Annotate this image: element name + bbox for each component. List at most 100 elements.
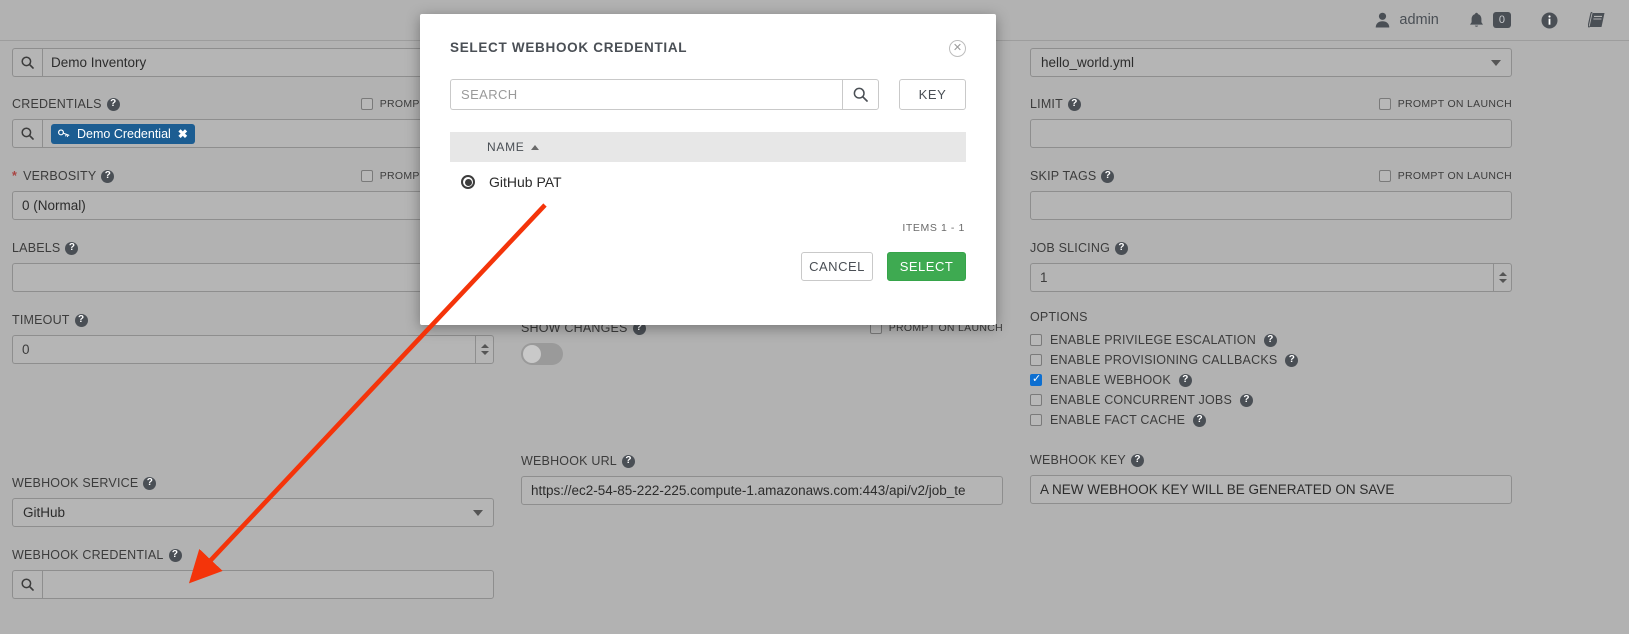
limit-input[interactable] [1030,119,1512,148]
webhook-service-select[interactable]: GitHub [12,498,494,527]
timeout-stepper[interactable]: 0 [12,335,494,364]
credentials-label: CREDENTIALS ? [12,97,120,111]
webhook-service-field: WEBHOOK SERVICE ? GitHub [12,472,494,527]
job-slicing-arrows[interactable] [1493,263,1512,292]
webhook-service-label: WEBHOOK SERVICE ? [12,476,156,490]
playbook-value: hello_world.yml [1041,55,1134,70]
select-button[interactable]: SELECT [887,252,966,281]
playbook-select[interactable]: hello_world.yml [1030,48,1512,77]
select-webhook-credential-modal: SELECT WEBHOOK CREDENTIAL ✕ KEY NAME Git… [420,14,996,325]
webhook-key-label: WEBHOOK KEY ? [1030,453,1144,467]
bell-icon [1469,12,1484,29]
book-icon [1588,12,1607,29]
checkbox[interactable] [1030,374,1042,386]
timeout-value[interactable]: 0 [12,335,475,364]
chevron-up-icon[interactable] [481,344,489,348]
webhook-credential-field: WEBHOOK CREDENTIAL ? [12,544,494,599]
skip-tags-field: SKIP TAGS ? PROMPT ON LAUNCH [1030,165,1512,220]
help-icon[interactable]: ? [622,455,635,468]
remove-credential-icon[interactable]: ✖ [178,127,188,141]
checkbox[interactable] [1030,354,1042,366]
help-icon[interactable]: ? [1115,242,1128,255]
sort-ascending-icon[interactable] [531,145,539,150]
notifications[interactable]: 0 [1469,12,1511,29]
option-fact-cache[interactable]: ENABLE FACT CACHE ? [1030,410,1512,430]
job-slicing-value[interactable]: 1 [1030,263,1493,292]
webhook-credential-value[interactable] [42,570,494,599]
options-group: OPTIONS ENABLE PRIVILEGE ESCALATION ? EN… [1030,310,1512,430]
right-column: hello_world.yml LIMIT ? PROMPT ON LAUNCH [1030,48,1512,504]
labels-label: LABELS ? [12,241,78,255]
user-menu[interactable]: admin [1375,12,1439,28]
timeout-arrows[interactable] [475,335,494,364]
checkbox[interactable] [361,98,373,110]
help-icon[interactable]: ? [1193,414,1206,427]
checkbox[interactable] [1030,414,1042,426]
search-icon [12,48,42,77]
modal-title: SELECT WEBHOOK CREDENTIAL [450,40,687,55]
option-provisioning-callbacks[interactable]: ENABLE PROVISIONING CALLBACKS ? [1030,350,1512,370]
option-enable-webhook[interactable]: ENABLE WEBHOOK ? [1030,370,1512,390]
chevron-down-icon[interactable] [1499,279,1507,283]
skip-tags-input[interactable] [1030,191,1512,220]
option-concurrent-jobs[interactable]: ENABLE CONCURRENT JOBS ? [1030,390,1512,410]
option-privilege-escalation[interactable]: ENABLE PRIVILEGE ESCALATION ? [1030,330,1512,350]
info-icon [1541,12,1558,29]
help-icon[interactable]: ? [1101,170,1114,183]
radio-button[interactable] [461,175,475,189]
webhook-url-value[interactable]: https://ec2-54-85-222-225.compute-1.amaz… [521,476,1003,505]
help-icon[interactable]: ? [1179,374,1192,387]
table-header: NAME [450,132,966,162]
search-icon [12,570,42,599]
info-button[interactable] [1541,12,1558,29]
options-label: OPTIONS [1030,310,1512,324]
search-submit-button[interactable] [842,79,879,110]
help-icon[interactable]: ? [1264,334,1277,347]
help-icon[interactable]: ? [169,549,182,562]
chevron-up-icon[interactable] [1499,272,1507,276]
help-icon[interactable]: ? [143,477,156,490]
checkbox[interactable] [1379,170,1391,182]
search-box[interactable] [450,79,879,110]
help-icon[interactable]: ? [1131,454,1144,467]
chevron-down-icon [473,510,483,516]
chevron-down-icon[interactable] [481,351,489,355]
webhook-url-field: WEBHOOK URL ? https://ec2-54-85-222-225.… [521,450,1003,505]
webhook-key-value[interactable]: A NEW WEBHOOK KEY WILL BE GENERATED ON S… [1030,475,1512,504]
limit-prompt-on-launch[interactable]: PROMPT ON LAUNCH [1379,98,1512,110]
credential-chip-label: Demo Credential [77,127,171,141]
playbook-field: hello_world.yml [1030,48,1512,77]
modal-footer: CANCEL SELECT [420,234,996,281]
checkbox[interactable] [1030,394,1042,406]
checkbox[interactable] [1379,98,1391,110]
help-icon[interactable]: ? [1068,98,1081,111]
help-icon[interactable]: ? [1240,394,1253,407]
checkbox[interactable] [361,170,373,182]
docs-button[interactable] [1588,12,1607,29]
options-list: ENABLE PRIVILEGE ESCALATION ? ENABLE PRO… [1030,330,1512,430]
webhook-url-label: WEBHOOK URL ? [521,454,635,468]
job-slicing-stepper[interactable]: 1 [1030,263,1512,292]
help-icon[interactable]: ? [65,242,78,255]
close-icon[interactable]: ✕ [949,40,966,57]
show-changes-toggle[interactable] [521,343,563,365]
webhook-credential-label: WEBHOOK CREDENTIAL ? [12,548,182,562]
help-icon[interactable]: ? [107,98,120,111]
help-icon[interactable]: ? [1285,354,1298,367]
help-icon[interactable]: ? [101,170,114,183]
search-input[interactable] [450,79,842,110]
required-marker: * [12,169,17,183]
webhook-service-value: GitHub [23,505,65,520]
modal-search-row: KEY [450,79,966,110]
webhook-credential-lookup[interactable] [12,570,494,599]
cancel-button[interactable]: CANCEL [801,252,873,281]
modal-body: KEY NAME GitHub PAT ITEMS 1 - 1 [420,57,996,234]
skip-tags-prompt-on-launch[interactable]: PROMPT ON LAUNCH [1379,170,1512,182]
job-slicing-field: JOB SLICING ? 1 [1030,237,1512,292]
credential-chip[interactable]: Demo Credential ✖ [51,124,195,144]
list-item[interactable]: GitHub PAT [450,162,966,190]
checkbox[interactable] [1030,334,1042,346]
column-header-name[interactable]: NAME [487,140,524,154]
help-icon[interactable]: ? [75,314,88,327]
key-filter-button[interactable]: KEY [899,79,966,110]
